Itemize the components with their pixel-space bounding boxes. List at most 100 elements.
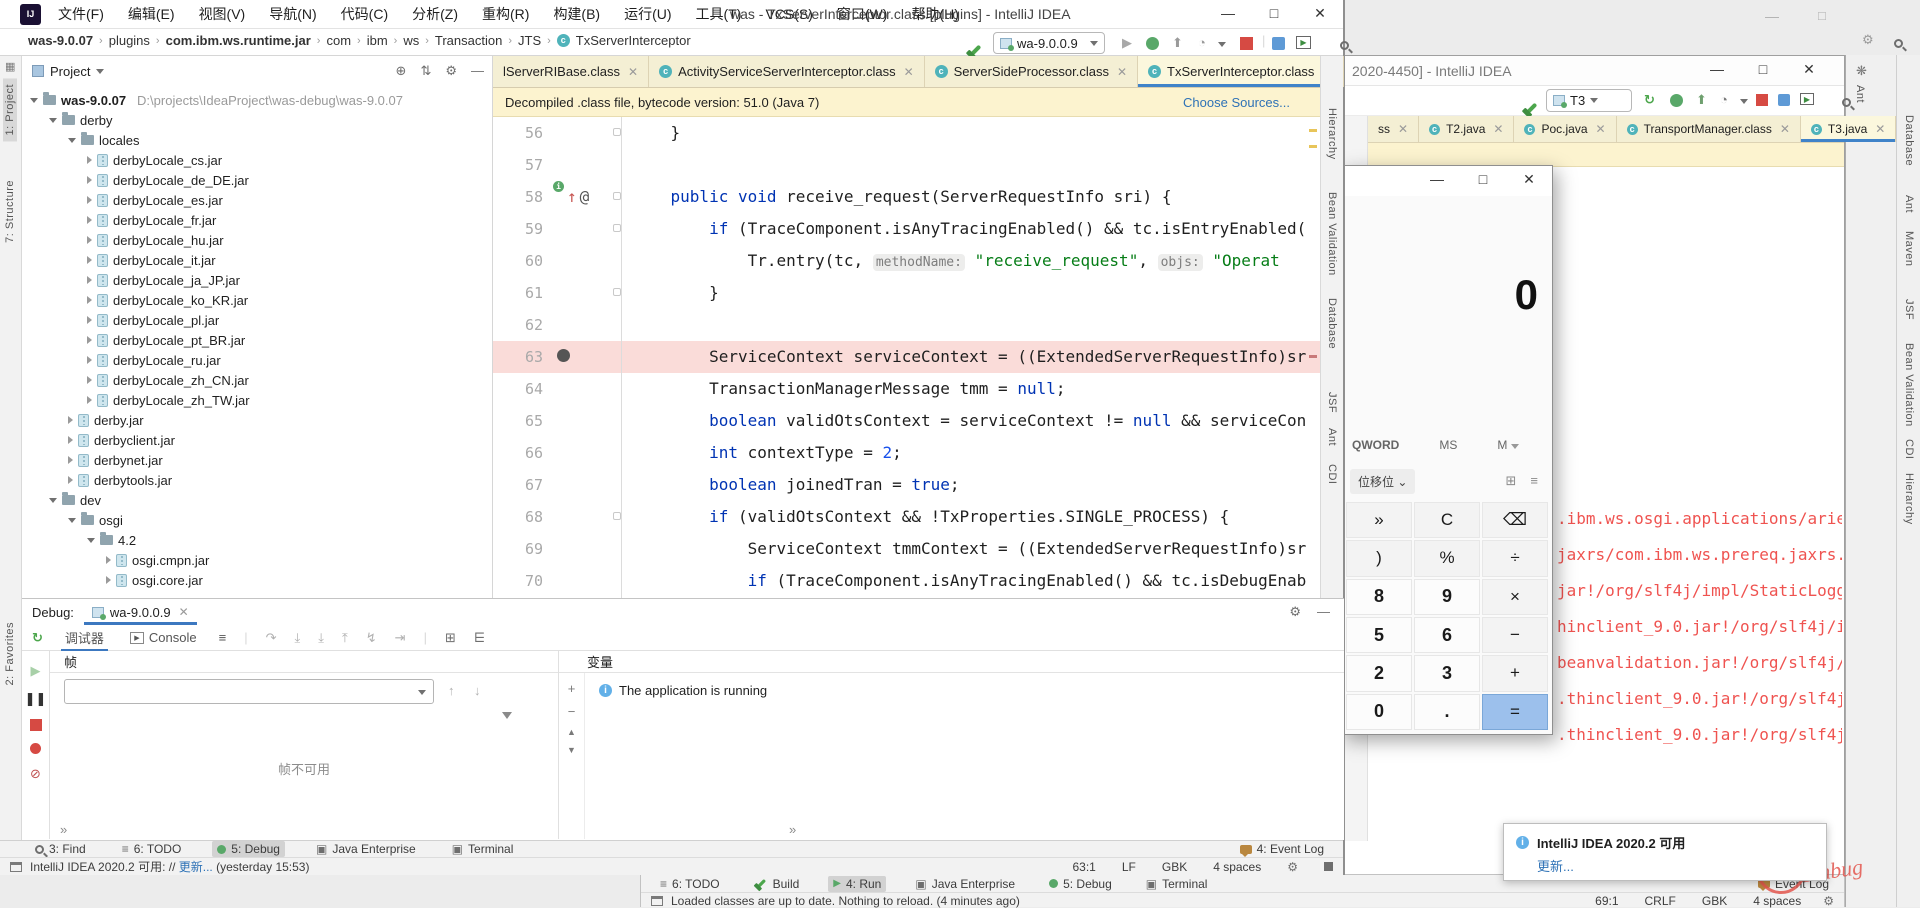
calc-key-2[interactable]: 2 bbox=[1346, 655, 1412, 691]
event-log-button[interactable]: 4: Event Log bbox=[1235, 841, 1329, 857]
overflow-chevron-icon[interactable]: » bbox=[60, 822, 67, 837]
breadcrumb-item[interactable]: ibm bbox=[367, 33, 388, 48]
close-icon[interactable]: ✕ bbox=[1117, 65, 1127, 79]
calc-key-6[interactable]: 6 bbox=[1414, 617, 1480, 653]
win1-window-controls[interactable]: —□✕ bbox=[1205, 0, 1343, 26]
stop-icon[interactable] bbox=[30, 719, 42, 731]
breadcrumb-item[interactable]: plugins bbox=[109, 33, 150, 48]
expand-arrow-icon[interactable] bbox=[87, 396, 92, 404]
tree-row[interactable]: derby.jar bbox=[22, 410, 492, 430]
menu-item[interactable]: 视图(V) bbox=[199, 4, 246, 24]
tool-window-button-terminal[interactable]: ▣Terminal bbox=[447, 841, 519, 857]
filter-icon[interactable] bbox=[502, 712, 512, 719]
navigate-up-icon[interactable]: ↑ bbox=[567, 181, 577, 213]
update-link[interactable]: 更新... bbox=[179, 860, 213, 874]
tool-button-hierarchy[interactable]: Hierarchy bbox=[1326, 108, 1338, 160]
code-line[interactable]: 56 } bbox=[493, 117, 1320, 149]
tree-row[interactable]: osgi bbox=[22, 510, 492, 530]
run-config-select[interactable]: wa-9.0.0.9 bbox=[993, 32, 1105, 54]
status-segment[interactable]: 4 spaces bbox=[1213, 860, 1261, 874]
tab-console[interactable]: ▶ Console bbox=[126, 625, 201, 651]
expand-arrow-icon[interactable] bbox=[87, 236, 92, 244]
stop-icon[interactable] bbox=[1240, 37, 1253, 50]
collapse-arrow-icon[interactable] bbox=[87, 538, 95, 543]
code-line[interactable]: 59 if (TraceComponent.isAnyTracingEnable… bbox=[493, 213, 1320, 245]
status-message[interactable]: IntelliJ IDEA 2020.2 可用: // 更新... (yeste… bbox=[30, 858, 309, 875]
profiler-icon[interactable]: ◔ bbox=[1720, 92, 1728, 107]
move-up-icon[interactable]: ▲ bbox=[567, 727, 576, 737]
tree-row[interactable]: dev bbox=[22, 490, 492, 510]
pause-icon[interactable]: ❚❚ bbox=[25, 691, 47, 707]
expand-arrow-icon[interactable] bbox=[68, 436, 73, 444]
breadcrumb-item[interactable]: ws bbox=[403, 33, 419, 48]
overflow-chevron-icon[interactable]: » bbox=[789, 822, 796, 837]
tool-button-ant[interactable]: Ant bbox=[1903, 195, 1915, 213]
tree-row[interactable]: osgi.cmpn.jar bbox=[22, 550, 492, 570]
thread-select[interactable] bbox=[64, 679, 434, 704]
maximize-button[interactable]: □ bbox=[1740, 56, 1786, 82]
tool-button-database[interactable]: Database bbox=[1326, 298, 1338, 349]
code-line[interactable]: 57 bbox=[493, 149, 1320, 181]
minimize-button[interactable]: — bbox=[1205, 0, 1251, 26]
fold-marker-icon[interactable] bbox=[613, 192, 621, 200]
expand-arrow-icon[interactable] bbox=[87, 296, 92, 304]
calc-window-controls[interactable]: — □ ✕ bbox=[1414, 166, 1552, 192]
resume-icon[interactable]: ⬆ bbox=[1696, 92, 1707, 108]
menu-item[interactable]: 编辑(E) bbox=[128, 4, 175, 24]
code-line[interactable]: 64 TransactionManagerMessage tmm = null; bbox=[493, 373, 1320, 405]
tool-button-jsf[interactable]: JSF bbox=[1326, 392, 1338, 413]
breadcrumb-item[interactable]: TxServerInterceptor bbox=[576, 33, 691, 48]
run-anything-icon[interactable]: ▶ bbox=[1296, 36, 1311, 49]
run-icon[interactable]: ▶ bbox=[1122, 35, 1132, 51]
minimize-button[interactable]: — bbox=[1694, 56, 1740, 82]
minimize-button[interactable]: — bbox=[1414, 166, 1460, 192]
code-line[interactable]: 68 if (validOtsContext && !TxProperties.… bbox=[493, 501, 1320, 533]
tab-debugger[interactable]: 调试器 bbox=[61, 625, 108, 651]
breadcrumb-item[interactable]: JTS bbox=[518, 33, 541, 48]
calc-key-3[interactable]: 3 bbox=[1414, 655, 1480, 691]
profiler-icon[interactable]: ◔ bbox=[1198, 35, 1206, 50]
breadcrumb-item[interactable]: com.ibm.ws.runtime.jar bbox=[166, 33, 311, 48]
close-icon[interactable]: ✕ bbox=[1398, 122, 1408, 136]
code-line[interactable]: 69 ServiceContext tmmContext = ((Extende… bbox=[493, 533, 1320, 565]
expand-arrow-icon[interactable] bbox=[87, 216, 92, 224]
tool-window-button-debug[interactable]: 5: Debug bbox=[1044, 876, 1117, 892]
editor-tab[interactable]: cT2.java✕ bbox=[1419, 116, 1514, 142]
editor-tab[interactable]: cPoc.java✕ bbox=[1514, 116, 1616, 142]
tool-window-button-java[interactable]: ▣Java Enterprise bbox=[910, 876, 1020, 892]
tree-row[interactable]: derbyLocale_es.jar bbox=[22, 190, 492, 210]
code-line[interactable]: 61 } bbox=[493, 277, 1320, 309]
tree-row[interactable]: derbyLocale_zh_CN.jar bbox=[22, 370, 492, 390]
tool-button-jsf[interactable]: JSF bbox=[1903, 299, 1915, 320]
tool-button-project[interactable]: 1: Project bbox=[3, 78, 17, 141]
editor-tab[interactable]: cT3.java✕ bbox=[1801, 116, 1896, 142]
settings-gear-icon[interactable]: ⚙ bbox=[445, 63, 457, 79]
calc-key-+[interactable]: + bbox=[1482, 655, 1548, 691]
resume-icon[interactable]: ▶ bbox=[31, 663, 41, 679]
close-icon[interactable]: ✕ bbox=[1596, 122, 1606, 136]
tool-button-bean-validation[interactable]: Bean Validation bbox=[1326, 192, 1338, 276]
expand-arrow-icon[interactable] bbox=[87, 256, 92, 264]
next-frame-icon[interactable]: ↓ bbox=[474, 683, 481, 698]
expand-arrow-icon[interactable] bbox=[87, 156, 92, 164]
add-watch-icon[interactable]: + bbox=[568, 681, 576, 696]
expand-arrow-icon[interactable] bbox=[68, 416, 73, 424]
calc-key-0[interactable]: 0 bbox=[1346, 694, 1412, 730]
calc-key-÷[interactable]: ÷ bbox=[1482, 540, 1548, 576]
update-link[interactable]: 更新... bbox=[1537, 856, 1814, 875]
keypad-toggle-icon[interactable]: ⊞ bbox=[1506, 473, 1517, 489]
tool-button-favorites[interactable]: 2: Favorites bbox=[3, 616, 17, 691]
evaluate-icon[interactable]: ⊞ bbox=[445, 630, 456, 646]
tool-window-button-terminal[interactable]: ▣Terminal bbox=[1141, 876, 1213, 892]
code-line[interactable]: 60 Tr.entry(tc, methodName: "receive_req… bbox=[493, 245, 1320, 277]
calc-key-5[interactable]: 5 bbox=[1346, 617, 1412, 653]
tool-button-cdi[interactable]: CDI bbox=[1326, 464, 1338, 484]
expand-arrow-icon[interactable] bbox=[68, 476, 73, 484]
calc-key-−[interactable]: − bbox=[1482, 617, 1548, 653]
close-icon[interactable]: ✕ bbox=[904, 65, 914, 79]
run-anything-icon[interactable]: ▶ bbox=[1800, 93, 1814, 105]
tree-row[interactable]: locales bbox=[22, 130, 492, 150]
calc-key-%[interactable]: % bbox=[1414, 540, 1480, 576]
choose-sources-link[interactable]: Choose Sources... bbox=[1183, 95, 1290, 110]
calc-key-)[interactable]: ) bbox=[1346, 540, 1412, 576]
